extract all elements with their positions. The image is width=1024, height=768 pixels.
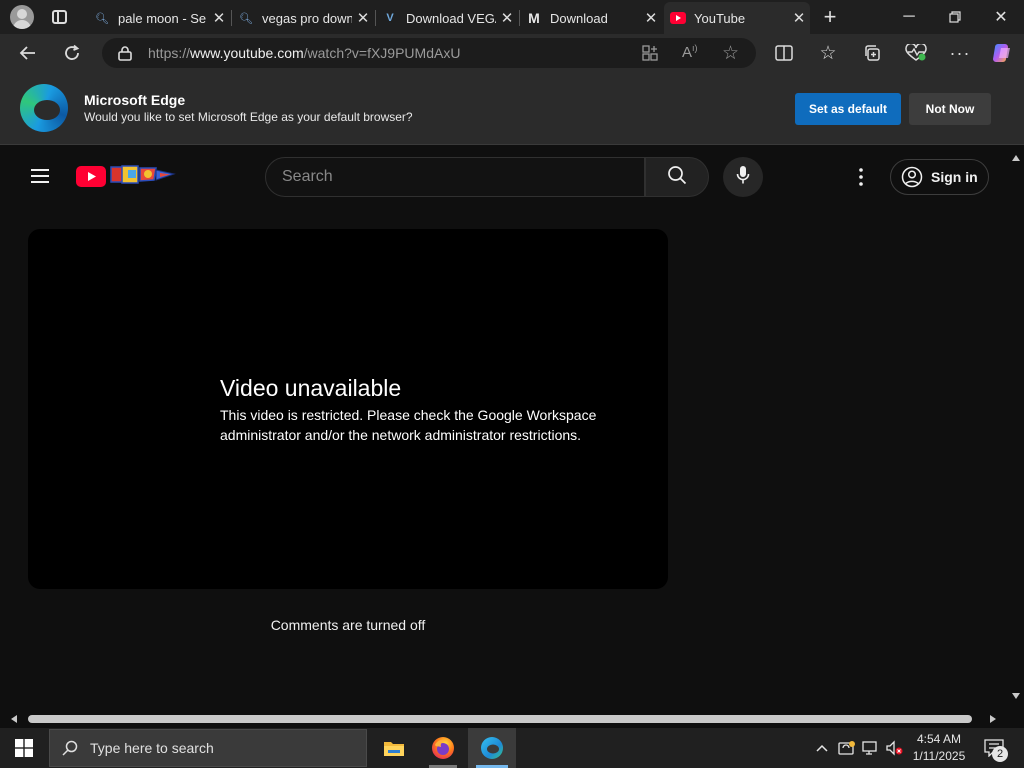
- browser-essentials-icon[interactable]: [900, 38, 932, 68]
- restore-icon[interactable]: [932, 0, 978, 34]
- profile-avatar[interactable]: [10, 5, 34, 29]
- refresh-icon[interactable]: [56, 38, 88, 68]
- url-path: /watch?v=fXJ9PUMdAxU: [303, 45, 461, 61]
- tab-title: vegas pro down: [262, 10, 352, 26]
- read-aloud-icon[interactable]: Aı): [682, 43, 698, 61]
- favorite-star-icon[interactable]: ☆: [722, 42, 739, 65]
- address-bar[interactable]: https://www.youtube.com/watch?v=fXJ9PUMd…: [102, 38, 756, 68]
- search-icon: [62, 740, 78, 756]
- sign-in-label: Sign in: [931, 169, 978, 185]
- banner-title: Microsoft Edge: [84, 92, 186, 108]
- scroll-left-arrow-icon[interactable]: [11, 715, 17, 723]
- voice-search-button[interactable]: [723, 157, 763, 197]
- new-tab-icon[interactable]: +: [818, 4, 842, 30]
- search-icon: [667, 165, 687, 190]
- edge-icon[interactable]: [468, 728, 516, 768]
- not-now-button[interactable]: Not Now: [909, 93, 991, 125]
- clock[interactable]: 4:54 AM 1/11/2025: [908, 728, 970, 768]
- search-placeholder: Search: [282, 168, 333, 185]
- clock-time: 4:54 AM: [916, 732, 962, 746]
- error-message: This video is restricted. Please check t…: [220, 407, 597, 443]
- comments-status: Comments are turned off: [270, 617, 426, 633]
- close-tab-icon[interactable]: ✕: [208, 9, 230, 27]
- tab-pale-moon[interactable]: 🔍︎ pale moon - Se ✕: [88, 4, 230, 32]
- banner-subtitle: Would you like to set Microsoft Edge as …: [84, 110, 413, 124]
- lock-icon[interactable]: [118, 45, 132, 66]
- notification-count-badge: 2: [992, 746, 1008, 762]
- navigation-bar: https://www.youtube.com/watch?v=fXJ9PUMd…: [0, 34, 1024, 72]
- settings-kebab-icon[interactable]: [856, 167, 866, 187]
- tab-youtube[interactable]: YouTube ✕: [664, 2, 810, 34]
- copilot-icon[interactable]: [986, 38, 1018, 68]
- close-tab-icon[interactable]: ✕: [640, 9, 662, 27]
- default-browser-banner: Microsoft Edge Would you like to set Mic…: [0, 72, 1024, 145]
- set-as-default-button[interactable]: Set as default: [795, 93, 901, 125]
- tab-actions-icon[interactable]: [52, 10, 67, 24]
- close-tab-icon[interactable]: ✕: [788, 9, 810, 27]
- tab-title: pale moon - Se: [118, 10, 207, 26]
- vertical-scrollbar[interactable]: [1008, 149, 1024, 711]
- tab-title: YouTube: [694, 10, 746, 26]
- youtube-doodle-icon[interactable]: [110, 164, 176, 186]
- close-tab-icon[interactable]: ✕: [352, 9, 374, 27]
- edge-logo-icon: [20, 84, 68, 132]
- vegas-favicon-icon: V: [386, 12, 394, 24]
- horizontal-scroll-thumb[interactable]: [28, 715, 972, 723]
- start-button-windows-icon[interactable]: [0, 728, 48, 768]
- microphone-icon: [736, 165, 750, 190]
- split-screen-icon[interactable]: [768, 38, 800, 68]
- network-icon[interactable]: [860, 728, 882, 768]
- close-window-icon[interactable]: ✕: [978, 0, 1024, 34]
- sign-in-button[interactable]: Sign in: [890, 159, 989, 195]
- scroll-up-arrow-icon[interactable]: [1012, 155, 1020, 161]
- m-favicon-icon: M: [528, 10, 540, 26]
- taskbar-search-input[interactable]: Type here to search: [49, 729, 367, 767]
- url-text[interactable]: https://www.youtube.com/watch?v=fXJ9PUMd…: [148, 45, 460, 61]
- favorites-icon[interactable]: ☆: [812, 38, 844, 68]
- close-tab-icon[interactable]: ✕: [496, 9, 518, 27]
- youtube-page: Search Sign in Video unavailable This vi…: [4, 149, 1008, 711]
- url-domain: www.youtube.com: [190, 45, 304, 61]
- tab-title: Download: [550, 10, 608, 26]
- update-status-icon[interactable]: [836, 728, 858, 768]
- app-available-icon[interactable]: [642, 45, 658, 61]
- menu-icon[interactable]: [31, 169, 49, 183]
- back-icon[interactable]: [12, 38, 44, 68]
- tab-vegas-pro[interactable]: 🔍︎ vegas pro down ✕: [232, 4, 374, 32]
- windows-taskbar: Type here to search 4:54 AM 1/11/2025 2: [0, 728, 1024, 768]
- tab-download[interactable]: M Download ✕: [520, 4, 662, 32]
- tab-title: Download VEGA: [406, 10, 496, 26]
- url-prefix: https://: [148, 45, 191, 61]
- search-input[interactable]: Search: [265, 157, 645, 197]
- collections-icon[interactable]: [856, 38, 888, 68]
- taskbar-search-placeholder: Type here to search: [90, 740, 214, 756]
- youtube-logo-icon[interactable]: [76, 166, 106, 192]
- video-player[interactable]: Video unavailable This video is restrict…: [28, 229, 668, 589]
- file-explorer-icon[interactable]: [370, 728, 418, 768]
- minimize-icon[interactable]: ─: [886, 0, 932, 34]
- search-button[interactable]: [645, 157, 709, 197]
- scroll-down-arrow-icon[interactable]: [1012, 693, 1020, 699]
- youtube-favicon-icon: [670, 10, 686, 26]
- tab-download-vegas[interactable]: V Download VEGA ✕: [376, 4, 518, 32]
- notifications-icon[interactable]: 2: [978, 728, 1010, 768]
- show-hidden-icons-chevron-icon[interactable]: [812, 728, 832, 768]
- scroll-right-arrow-icon[interactable]: [990, 715, 996, 723]
- horizontal-scrollbar[interactable]: [0, 711, 1008, 727]
- more-options-icon[interactable]: ···: [944, 38, 976, 68]
- error-title: Video unavailable: [220, 375, 402, 401]
- volume-muted-icon[interactable]: [884, 728, 906, 768]
- tab-strip: 🔍︎ pale moon - Se ✕ 🔍︎ vegas pro down ✕ …: [0, 0, 1024, 34]
- search-icon: 🔍︎: [95, 12, 109, 25]
- clock-date: 1/11/2025: [912, 749, 966, 763]
- search-icon: 🔍︎: [239, 12, 253, 25]
- firefox-icon[interactable]: [419, 728, 467, 768]
- account-icon: [901, 166, 923, 188]
